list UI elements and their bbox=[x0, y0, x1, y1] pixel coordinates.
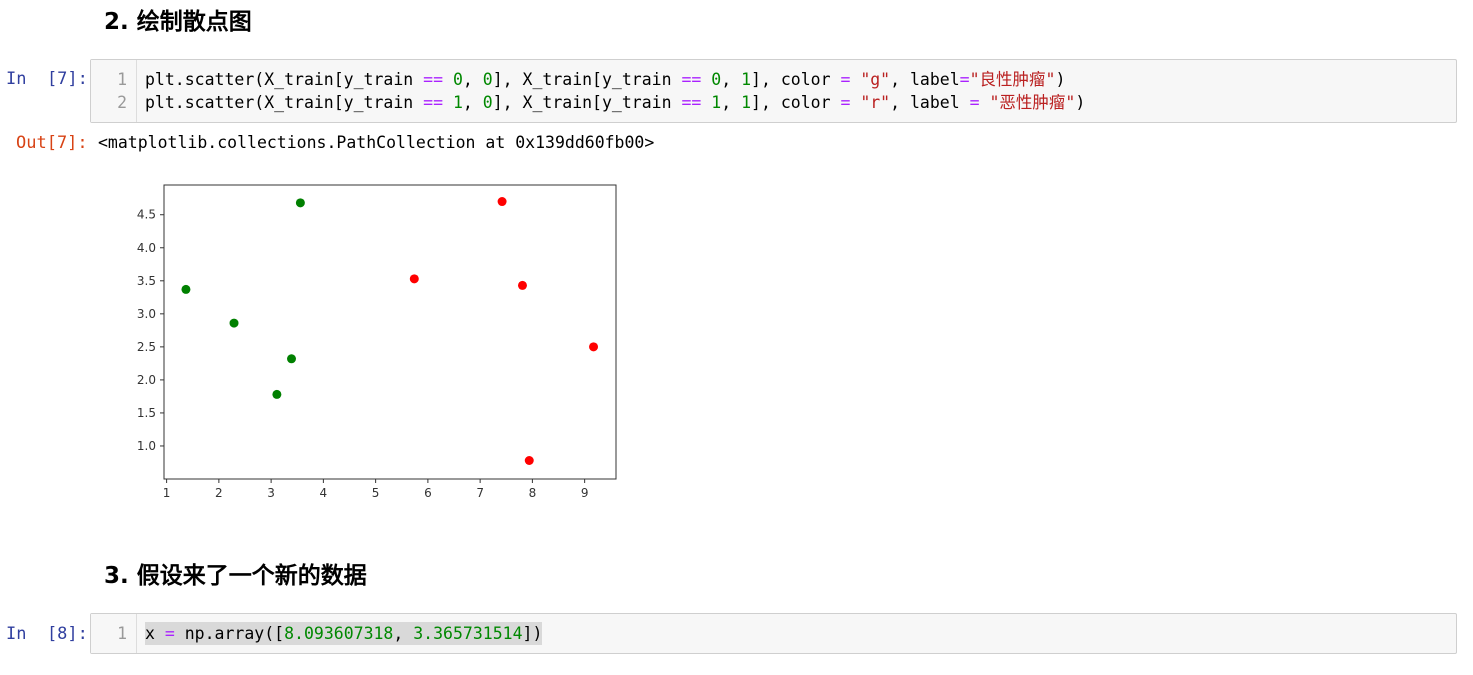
code-token: = bbox=[840, 70, 851, 89]
cell8-in-prompt: In [8]: bbox=[6, 624, 88, 644]
x-tick-label: 9 bbox=[581, 486, 589, 500]
y-tick-label: 1.5 bbox=[137, 406, 156, 420]
code-token: 1 bbox=[741, 70, 752, 89]
line-number: 2 bbox=[117, 93, 127, 112]
x-tick-label: 2 bbox=[215, 486, 223, 500]
x-tick-label: 5 bbox=[372, 486, 380, 500]
code-token: 0 bbox=[482, 70, 493, 89]
scatter-point bbox=[524, 456, 534, 466]
cell8-code-input[interactable]: 1x = np.array([8.093607318, 3.365731514]… bbox=[90, 613, 1457, 654]
cell7-out-prompt: Out[7]: bbox=[16, 133, 88, 153]
y-tick-label: 4.0 bbox=[137, 241, 156, 255]
code-token: 1 bbox=[741, 93, 752, 112]
code-token: , bbox=[393, 624, 414, 643]
scatter-point bbox=[181, 284, 191, 294]
code-token: == bbox=[681, 70, 702, 89]
code-token: ], X_train[y_train bbox=[492, 93, 682, 112]
code-token: "良性肿瘤" bbox=[969, 70, 1056, 89]
code-token: = bbox=[164, 624, 175, 643]
code-token: np.array([ bbox=[174, 624, 285, 643]
line-number: 1 bbox=[117, 624, 127, 643]
scatter-point bbox=[229, 318, 239, 328]
code-token: , label bbox=[890, 93, 970, 112]
code-token: = bbox=[840, 93, 851, 112]
code-text[interactable]: x = np.array([8.093607318, 3.365731514]) bbox=[145, 622, 543, 645]
code-token: 0 bbox=[452, 70, 463, 89]
code-token: "恶性肿瘤" bbox=[989, 93, 1076, 112]
scatter-point bbox=[589, 342, 599, 352]
scatter-point bbox=[295, 198, 305, 208]
code-line[interactable]: 1 plt.scatter(X_train[y_train == 0, 0], X… bbox=[91, 68, 1456, 91]
code-token: ], color bbox=[751, 93, 841, 112]
code-token: ]) bbox=[522, 624, 543, 643]
x-tick-label: 3 bbox=[267, 486, 275, 500]
code-token: , bbox=[721, 70, 742, 89]
code-token: ) bbox=[1055, 70, 1066, 89]
code-text[interactable]: plt.scatter(X_train[y_train == 0, 0], X_… bbox=[145, 68, 1065, 91]
code-token: plt.scatter(X_train[y_train bbox=[145, 93, 424, 112]
section-heading-2: 2. 绘制散点图 bbox=[104, 9, 252, 35]
code-token: 3.365731514 bbox=[413, 624, 523, 643]
code-line[interactable]: 1x = np.array([8.093607318, 3.365731514]… bbox=[91, 622, 1456, 645]
code-token: , label bbox=[890, 70, 960, 89]
code-token: ], X_train[y_train bbox=[492, 70, 682, 89]
code-line[interactable]: 2 plt.scatter(X_train[y_train == 1, 0], X… bbox=[91, 91, 1456, 114]
y-tick-label: 2.5 bbox=[137, 340, 156, 354]
x-tick-label: 1 bbox=[163, 486, 171, 500]
code-token: "r" bbox=[860, 93, 891, 112]
y-tick-label: 4.5 bbox=[137, 208, 156, 222]
code-token: , bbox=[721, 93, 742, 112]
code-token: == bbox=[423, 70, 444, 89]
code-token: x bbox=[145, 624, 165, 643]
scatter-point bbox=[272, 389, 282, 399]
code-token: = bbox=[959, 70, 970, 89]
code-token: , bbox=[462, 93, 483, 112]
scatter-plot: 1 2 3 4 5 6 7 8 9 1.0 1.5 2.0 2.5 3.0 3.5 4.0 4.5 bbox=[137, 184, 617, 500]
line-number: 1 bbox=[117, 70, 127, 89]
code-token: 0 bbox=[711, 70, 722, 89]
y-tick-label: 1.0 bbox=[137, 439, 156, 453]
scatter-point bbox=[409, 274, 419, 284]
section-heading-3: 3. 假设来了一个新的数据 bbox=[104, 563, 367, 589]
x-tick-label: 4 bbox=[320, 486, 328, 500]
scatter-point bbox=[497, 197, 507, 207]
code-token: 0 bbox=[482, 93, 493, 112]
y-tick-label: 2.0 bbox=[137, 373, 156, 387]
y-tick-label: 3.5 bbox=[137, 274, 156, 288]
code-token: ], color bbox=[751, 70, 841, 89]
code-token: == bbox=[423, 93, 444, 112]
code-token: 1 bbox=[711, 93, 722, 112]
code-token: 1 bbox=[452, 93, 463, 112]
code-token: ) bbox=[1075, 93, 1086, 112]
cell7-code-input[interactable]: 1 plt.scatter(X_train[y_train == 0, 0], X… bbox=[90, 59, 1457, 123]
code-token: , bbox=[462, 70, 483, 89]
cell7-in-prompt: In [7]: bbox=[6, 69, 88, 89]
code-token: "g" bbox=[860, 70, 891, 89]
x-tick-label: 7 bbox=[476, 486, 484, 500]
code-token: == bbox=[681, 93, 702, 112]
plot-frame bbox=[163, 184, 617, 480]
code-text[interactable]: plt.scatter(X_train[y_train == 1, 0], X_… bbox=[145, 91, 1085, 114]
y-tick-label: 3.0 bbox=[137, 307, 156, 321]
x-tick-label: 6 bbox=[424, 486, 432, 500]
code-token: plt.scatter(X_train[y_train bbox=[145, 70, 424, 89]
scatter-point bbox=[287, 354, 297, 364]
code-token: = bbox=[969, 93, 980, 112]
scatter-point bbox=[517, 280, 527, 290]
code-token: 8.093607318 bbox=[284, 624, 394, 643]
cell7-output-text: <matplotlib.collections.PathCollection a… bbox=[98, 133, 655, 152]
x-tick-label: 8 bbox=[529, 486, 537, 500]
